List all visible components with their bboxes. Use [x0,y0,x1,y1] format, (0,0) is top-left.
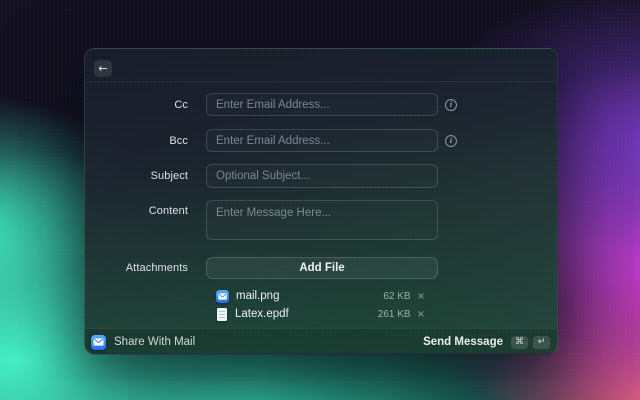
back-arrow-icon: ← [98,61,108,75]
window-header: ← [85,49,557,82]
mail-app-icon [91,334,106,350]
remove-attachment-icon[interactable]: × [417,291,425,302]
attachment-item: mail.png 62 KB × [216,288,425,304]
subject-field-row: Subject [85,164,557,188]
attachments-row: Attachments Add File [85,257,557,279]
attachment-filename: Latex.epdf [235,308,289,320]
app-title: Share With Mail [114,336,196,348]
cc-label: Cc [174,98,188,111]
info-icon[interactable]: i [445,98,457,111]
mail-app-icon [216,289,229,303]
bcc-field-row: Bcc i [85,129,557,152]
info-icon[interactable]: i [445,134,457,147]
cc-input[interactable] [206,93,438,116]
send-message-label: Send Message [423,336,503,348]
bcc-label: Bcc [169,134,188,147]
back-button[interactable]: ← [94,60,112,77]
command-key-icon: ⌘ [511,335,528,349]
attachment-filesize: 62 KB [383,290,411,302]
bcc-input[interactable] [206,129,438,152]
attachments-label: Attachments [125,262,188,274]
window-footer: Share With Mail Send Message ⌘ ↵ [85,328,557,355]
content-textarea[interactable] [206,200,438,240]
send-message-button[interactable]: Send Message ⌘ ↵ [423,335,550,349]
cc-field-row: Cc i [85,93,557,116]
subject-input[interactable] [206,164,438,188]
subject-label: Subject [150,170,188,182]
attachment-filename: mail.png [236,290,280,302]
document-icon [217,307,227,321]
add-file-button[interactable]: Add File [206,257,438,279]
remove-attachment-icon[interactable]: × [417,309,425,320]
return-key-icon: ↵ [533,335,550,349]
content-field-row: Content [85,200,557,240]
share-with-mail-window: ← Cc i Bcc i Subject Content Attachments… [84,48,558,355]
attachment-item: Latex.epdf 261 KB × [216,306,425,322]
content-label: Content [148,205,188,217]
attachment-filesize: 261 KB [377,308,411,320]
